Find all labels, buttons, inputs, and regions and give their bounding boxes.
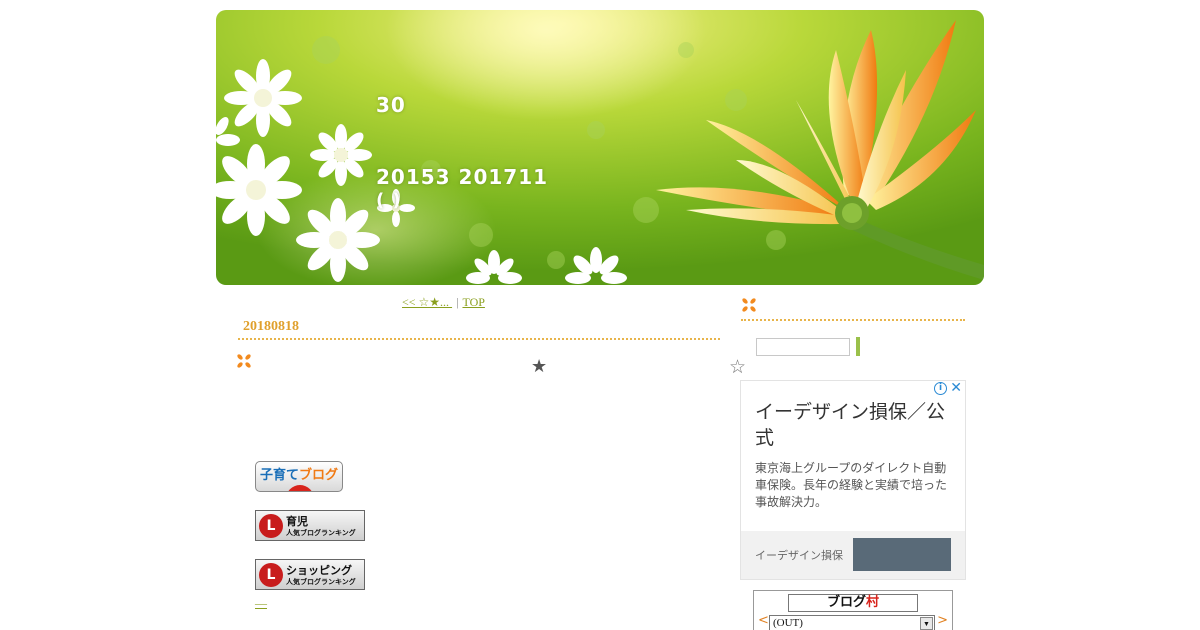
- banner-image: [216, 10, 984, 285]
- nav-separator: |: [456, 295, 459, 309]
- ad-brand: イーデザイン損保: [755, 549, 843, 562]
- shopping-ranking-badge[interactable]: L ショッピング 人気ブログランキング: [255, 559, 365, 590]
- kosodate-badge-text-b: ブログ: [299, 468, 339, 483]
- kosodate-blog-badge[interactable]: 子育てブログ: [255, 461, 343, 492]
- ikuji-badge-title: 育児: [286, 515, 308, 528]
- header-banner: 30 20153 201711 ( ): [216, 10, 984, 285]
- shopping-badge-subtitle: 人気ブログランキング: [286, 578, 356, 586]
- ad-cta-button[interactable]: [853, 538, 951, 571]
- date-divider: [238, 338, 720, 340]
- village-next-arrow[interactable]: >: [937, 613, 948, 628]
- post-date: 20180818: [243, 319, 299, 334]
- ad-title[interactable]: イーデザイン損保／公式: [755, 399, 955, 451]
- flower-icon: [742, 298, 756, 312]
- top-link[interactable]: TOP: [462, 295, 484, 309]
- header-number: 30: [376, 93, 406, 117]
- blog-page: 30 20153 201711 ( ) << ☆★... | TOP 201808…: [0, 0, 1200, 630]
- ad-info-icon[interactable]: i: [934, 382, 947, 395]
- sidebar-search-input[interactable]: [756, 338, 850, 356]
- empty-star-icon: ☆: [729, 356, 747, 378]
- ikuji-ranking-badge[interactable]: L 育児 人気ブログランキング: [255, 510, 365, 541]
- header-subtitle: ( ): [376, 190, 402, 211]
- badge-arc-icon: [286, 485, 314, 491]
- filled-star-icon: ★: [531, 356, 548, 377]
- village-logo-text-a: ブログ: [826, 595, 866, 610]
- ranking-logo-icon: L: [259, 563, 283, 587]
- ranking-logo-icon: L: [259, 514, 283, 538]
- sidebar-ad[interactable]: i ✕ イーデザイン損保／公式 東京海上グループのダイレクト自動車保険。長年の経…: [740, 380, 966, 580]
- chevron-down-icon: ▼: [920, 617, 933, 630]
- prev-post-link[interactable]: << ☆★...: [402, 295, 452, 309]
- header-date-range: 20153 201711: [376, 165, 549, 189]
- sidebar-search-button[interactable]: [856, 337, 860, 356]
- sidebar-divider: [741, 319, 965, 321]
- blog-village-logo[interactable]: ブログ村: [788, 594, 918, 612]
- village-logo-text-b: 村: [866, 595, 880, 610]
- shopping-badge-title: ショッピング: [286, 564, 352, 577]
- ad-description: 東京海上グループのダイレクト自動車保険。長年の経験と実績で培った事故解決力。: [755, 461, 948, 509]
- village-select-value: (OUT): [773, 617, 803, 629]
- ikuji-badge-subtitle: 人気ブログランキング: [286, 529, 356, 537]
- blog-village-widget: ブログ村 < (OUT) ▼ >: [753, 590, 953, 630]
- village-prev-arrow[interactable]: <: [758, 613, 769, 628]
- kosodate-badge-label: 子育てブログ: [260, 464, 338, 483]
- village-category-select[interactable]: (OUT) ▼: [769, 615, 935, 630]
- flower-icon: [237, 354, 251, 368]
- post-navigation: << ☆★... | TOP: [402, 295, 485, 310]
- footer-link[interactable]: —: [255, 596, 267, 611]
- ad-close-icon[interactable]: ✕: [950, 380, 962, 396]
- ad-footer: イーデザイン損保: [741, 531, 965, 579]
- kosodate-badge-text-a: 子育て: [259, 468, 299, 483]
